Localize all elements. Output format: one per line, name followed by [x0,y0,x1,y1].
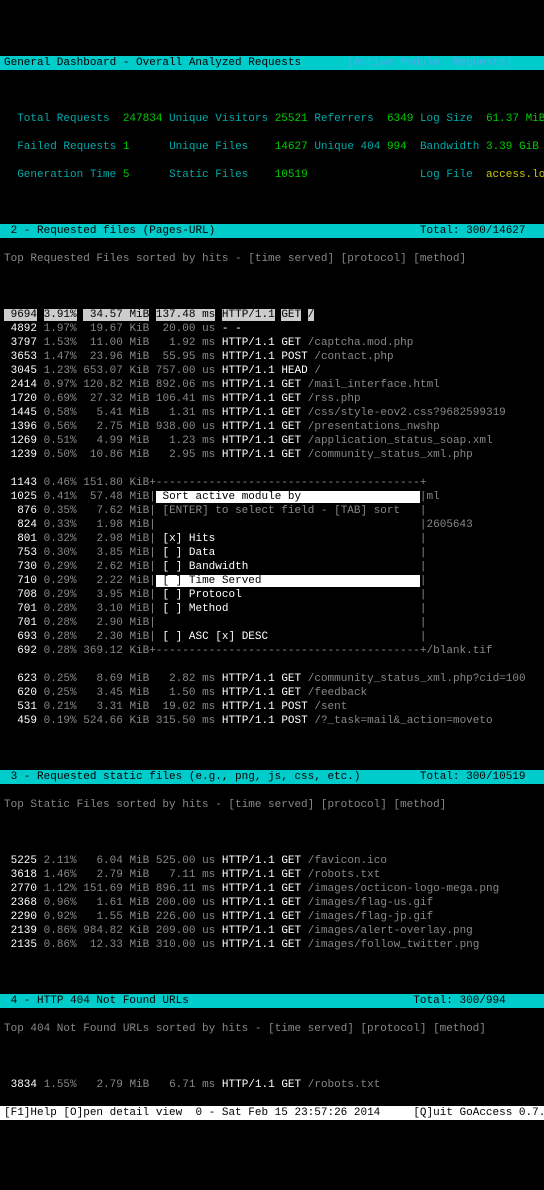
table-row[interactable]: 2414 0.97% 120.82 MiB 892.06 ms HTTP/1.1… [0,378,544,392]
table-row[interactable]: 3797 1.53% 11.00 MiB 1.92 ms HTTP/1.1 GE… [0,336,544,350]
header-bar: General Dashboard - Overall Analyzed Req… [0,56,544,70]
active-module: [Active Module: Requests] [347,57,512,69]
table-row[interactable]: 531 0.21% 3.31 MiB 19.02 ms HTTP/1.1 POS… [0,700,544,714]
table-row[interactable]: 1396 0.56% 2.75 MiB 938.00 us HTTP/1.1 G… [0,420,544,434]
table-row: 824 0.33% 1.98 MiB| |2605643 [0,518,544,532]
table-row[interactable]: 1269 0.51% 4.99 MiB 1.23 ms HTTP/1.1 GET… [0,434,544,448]
sort-option-hits[interactable]: 801 0.32% 2.98 MiB| [x] Hits | [0,532,544,546]
table-row[interactable]: 4892 1.97% 19.67 KiB 20.00 us - - [0,322,544,336]
sort-option-time[interactable]: 710 0.29% 2.22 MiB| [ ] Time Served | [0,574,544,588]
stats-row-3: Generation Time 5 Static Files 10519 Log… [0,168,544,182]
table-row[interactable]: 1445 0.58% 5.41 MiB 1.31 ms HTTP/1.1 GET… [0,406,544,420]
table-row: 692 0.28% 369.12 KiB+-------------------… [0,644,544,658]
table-row: 1143 0.46% 151.80 KiB+------------------… [0,476,544,490]
panel4-header[interactable]: 4 - HTTP 404 Not Found URLs Total: 300/9… [0,994,544,1008]
table-row[interactable]: 9694 3.91% 34.57 MiB 137.48 ms HTTP/1.1 … [0,308,544,322]
panel2-subtitle: Top Requested Files sorted by hits - [ti… [0,252,544,266]
table-row[interactable]: 2368 0.96% 1.61 MiB 200.00 us HTTP/1.1 G… [0,896,544,910]
sort-option-protocol[interactable]: 708 0.29% 3.95 MiB| [ ] Protocol | [0,588,544,602]
dialog-title: Sort active module by [156,491,420,503]
table-row[interactable]: 620 0.25% 3.45 MiB 1.50 ms HTTP/1.1 GET … [0,686,544,700]
table-row[interactable]: 3653 1.47% 23.96 MiB 55.95 ms HTTP/1.1 P… [0,350,544,364]
table-row[interactable]: 623 0.25% 8.69 MiB 2.82 ms HTTP/1.1 GET … [0,672,544,686]
sort-option-method[interactable]: 701 0.28% 3.10 MiB| [ ] Method | [0,602,544,616]
table-row[interactable]: 3618 1.46% 2.79 MiB 7.11 ms HTTP/1.1 GET… [0,868,544,882]
panel2-header[interactable]: 2 - Requested files (Pages-URL) Total: 3… [0,224,544,238]
sort-option-bandwidth[interactable]: 730 0.29% 2.62 MiB| [ ] Bandwidth | [0,560,544,574]
footer-quit[interactable]: [Q]uit GoAccess 0.7.1 [413,1107,544,1119]
table-row[interactable]: 3045 1.23% 653.07 KiB 757.00 us HTTP/1.1… [0,364,544,378]
table-row: 1025 0.41% 57.48 MiB| Sort active module… [0,490,544,504]
table-row: 876 0.35% 7.62 MiB| [ENTER] to select fi… [0,504,544,518]
stats-row-2: Failed Requests 1 Unique Files 14627 Uni… [0,140,544,154]
sort-order[interactable]: 693 0.28% 2.30 MiB| [ ] ASC [x] DESC | [0,630,544,644]
footer-bar: [F1]Help [O]pen detail view 0 - Sat Feb … [0,1106,544,1120]
table-row[interactable]: 1720 0.69% 27.32 MiB 106.41 ms HTTP/1.1 … [0,392,544,406]
table-row: 701 0.28% 2.90 MiB| | [0,616,544,630]
sort-option-data[interactable]: 753 0.30% 3.85 MiB| [ ] Data | [0,546,544,560]
table-row[interactable]: 2135 0.86% 12.33 MiB 310.00 us HTTP/1.1 … [0,938,544,952]
table-row[interactable]: 2139 0.86% 984.82 KiB 209.00 us HTTP/1.1… [0,924,544,938]
panel4-subtitle: Top 404 Not Found URLs sorted by hits - … [0,1022,544,1036]
table-row[interactable]: 1239 0.50% 10.86 MiB 2.95 ms HTTP/1.1 GE… [0,448,544,462]
table-row[interactable]: 2290 0.92% 1.55 MiB 226.00 us HTTP/1.1 G… [0,910,544,924]
blank-line [0,196,544,210]
table-row[interactable]: 2770 1.12% 151.69 MiB 896.11 ms HTTP/1.1… [0,882,544,896]
stats-row-1: Total Requests 247834 Unique Visitors 25… [0,112,544,126]
panel3-subtitle: Top Static Files sorted by hits - [time … [0,798,544,812]
blank-line [0,84,544,98]
footer-help[interactable]: [F1]Help [O]pen detail view [4,1107,182,1119]
table-row[interactable]: 3834 1.55% 2.79 MiB 6.71 ms HTTP/1.1 GET… [0,1078,544,1092]
panel3-header[interactable]: 3 - Requested static files (e.g., png, j… [0,770,544,784]
table-row[interactable]: 459 0.19% 524.66 KiB 315.50 ms HTTP/1.1 … [0,714,544,728]
dashboard-title: General Dashboard - Overall Analyzed Req… [4,57,301,69]
table-row[interactable]: 5225 2.11% 6.04 MiB 525.00 us HTTP/1.1 G… [0,854,544,868]
